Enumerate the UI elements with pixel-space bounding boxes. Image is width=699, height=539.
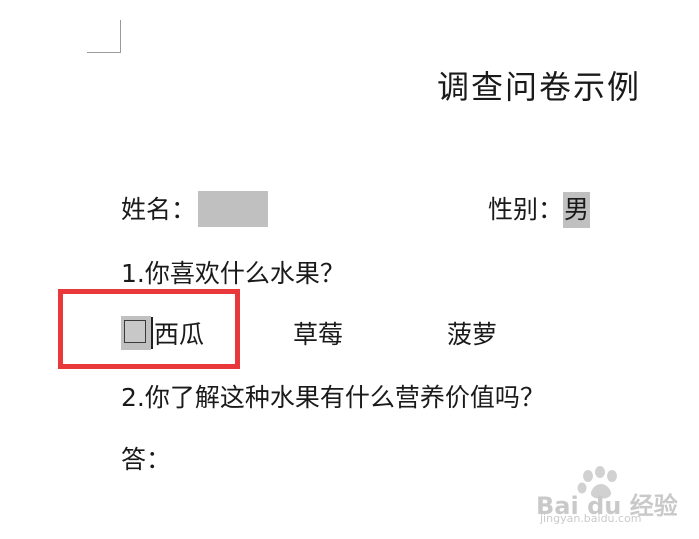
- answer-label: 答：: [121, 445, 172, 474]
- baidu-jingyan-watermark: Bai du 经验 jingyan.baidu.com: [536, 466, 686, 528]
- gender-dropdown-field[interactable]: 男: [563, 192, 591, 228]
- document-page: 调查问卷示例 姓名： 性别：男 1.你喜欢什么水果？ 西瓜 草莓 菠萝 2.你了…: [0, 0, 699, 539]
- document-title: 调查问卷示例: [436, 68, 641, 106]
- name-input-field[interactable]: [198, 191, 269, 227]
- watermark-site: jingyan.baidu.com: [540, 512, 642, 525]
- red-highlight-box: [58, 289, 240, 369]
- name-row: 姓名：: [121, 191, 269, 229]
- option-pineapple: 菠萝: [447, 320, 498, 349]
- option-strawberry: 草莓: [293, 320, 344, 349]
- gender-row: 性别：男: [488, 192, 591, 228]
- name-label: 姓名：: [121, 195, 197, 224]
- page-margin-corner-mark: [87, 20, 121, 53]
- question-2: 2.你了解这种水果有什么营养价值吗？: [121, 383, 545, 412]
- gender-label: 性别：: [488, 195, 564, 224]
- question-1: 1.你喜欢什么水果？: [121, 259, 345, 288]
